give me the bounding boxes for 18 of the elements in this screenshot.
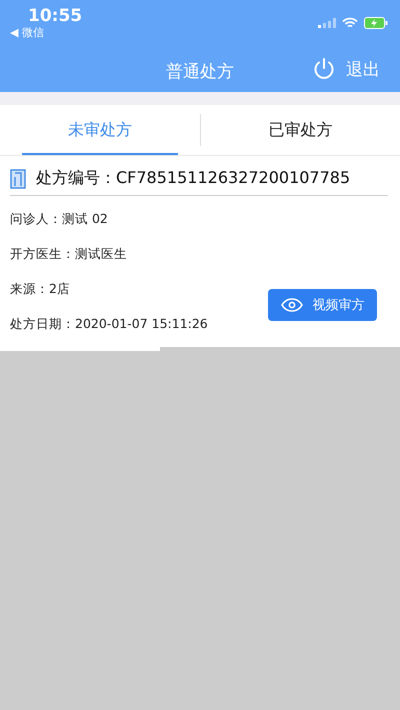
info-text: 来源：2店 xyxy=(10,280,71,298)
power-icon xyxy=(312,57,336,81)
prescription-number: 处方编号：CF785151126327200107785 xyxy=(36,168,350,189)
battery-icon xyxy=(364,17,388,29)
signal-icon xyxy=(318,18,336,28)
video-review-button[interactable]: 视频审方 xyxy=(268,289,377,321)
tab[interactable]: 已审处方 xyxy=(200,105,400,155)
eye-icon xyxy=(280,298,302,312)
wifi-icon xyxy=(342,17,358,29)
logout-button[interactable]: 退出 xyxy=(312,57,380,81)
back-link[interactable]: ◀ 微信 xyxy=(10,26,82,40)
page-title: 普通处方 xyxy=(166,60,234,82)
tab[interactable]: 未审处方 xyxy=(0,105,200,155)
info-text: 问诊人：测试 02 xyxy=(10,210,109,228)
document-icon xyxy=(10,168,26,188)
status-time: 10:55 xyxy=(27,6,82,26)
info-text: 处方日期：2020-01-07 15:11:26 xyxy=(10,315,208,333)
info-text: 开方医生：测试医生 xyxy=(10,245,128,263)
